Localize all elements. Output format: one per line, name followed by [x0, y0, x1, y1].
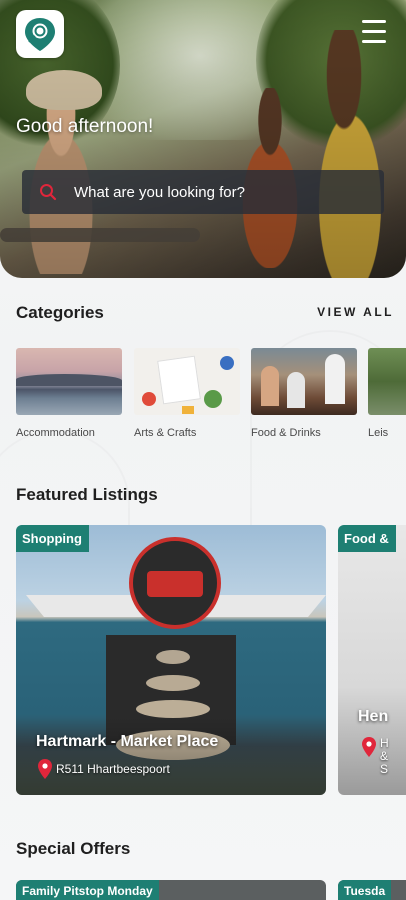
listing-location: R511 Hhartbeespoort	[38, 759, 170, 779]
category-food-drinks[interactable]: Food & Drinks	[251, 348, 357, 439]
category-label: Arts & Crafts	[134, 427, 197, 439]
category-image	[368, 348, 406, 415]
search-icon	[22, 183, 74, 201]
listing-location-text: H & S	[380, 736, 389, 776]
logo-pin-icon	[25, 18, 55, 51]
hamburger-menu-icon[interactable]	[362, 20, 386, 46]
map-pin-icon	[38, 759, 52, 779]
category-tag: Shopping	[16, 525, 89, 552]
market-sign	[129, 537, 221, 629]
featured-listings-heading: Featured Listings	[16, 485, 158, 504]
featured-card[interactable]: Food & Hen H & S	[338, 525, 406, 795]
search-placeholder: What are you looking for?	[74, 183, 245, 201]
category-tag: Food &	[338, 525, 396, 552]
app-logo[interactable]	[16, 10, 64, 58]
special-offers-heading: Special Offers	[16, 839, 131, 858]
view-all-link[interactable]: VIEW ALL	[317, 305, 394, 319]
category-image	[16, 348, 122, 415]
offer-card[interactable]: Family Pitstop Monday	[16, 880, 326, 900]
categories-carousel[interactable]: Accommodation Arts & Crafts Food & Drink…	[16, 348, 406, 444]
offers-carousel[interactable]: Family Pitstop Monday Tuesda	[16, 880, 406, 900]
listing-location: H & S	[362, 737, 390, 776]
category-accommodation[interactable]: Accommodation	[16, 348, 122, 439]
category-arts-crafts[interactable]: Arts & Crafts	[134, 348, 240, 439]
listing-title: Hen	[358, 708, 389, 725]
category-label: Food & Drinks	[251, 427, 321, 439]
category-image	[251, 348, 357, 415]
map-pin-icon	[362, 737, 376, 757]
featured-card[interactable]: Shopping Hartmark - Market Place R511 Hh…	[16, 525, 326, 795]
categories-heading: Categories	[16, 303, 104, 322]
greeting-text: Good afternoon!	[16, 116, 154, 137]
listing-title: Hartmark - Market Place	[36, 733, 219, 750]
listing-location-text: R511 Hhartbeespoort	[56, 762, 170, 776]
search-bar[interactable]: What are you looking for?	[22, 170, 384, 214]
category-image	[134, 348, 240, 415]
category-leisure[interactable]: Leis	[368, 348, 406, 439]
offer-card[interactable]: Tuesda	[338, 880, 406, 900]
category-label: Accommodation	[16, 427, 95, 439]
offer-tag: Tuesda	[338, 880, 392, 900]
offer-tag: Family Pitstop Monday	[16, 880, 159, 900]
featured-carousel[interactable]: Shopping Hartmark - Market Place R511 Hh…	[16, 525, 406, 795]
category-label: Leis	[368, 427, 389, 439]
